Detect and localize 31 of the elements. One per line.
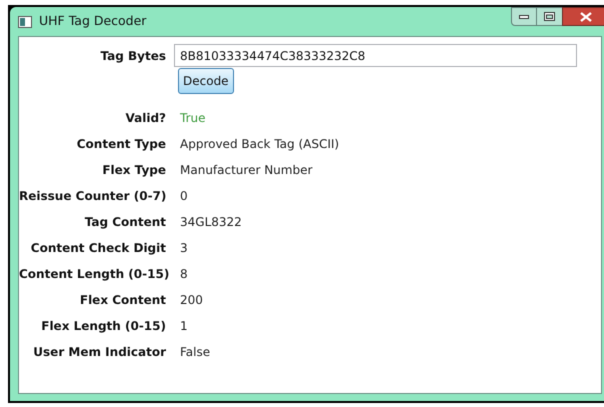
field-label: User Mem Indicator [32,344,166,361]
field-label: Flex Content [78,292,166,309]
minimize-icon [519,14,529,18]
field-label: Flex Length (0-15) [40,318,166,335]
field-label: Reissue Counter (0-7) [19,188,166,205]
field-value: 1 [180,318,188,335]
tag-bytes-field[interactable]: 8B81033334474C38333232C8 [174,44,577,67]
field-value: True [180,110,206,127]
field-value: 8 [180,266,188,283]
maximize-button[interactable] [537,7,562,26]
field-value: Approved Back Tag (ASCII) [180,136,340,153]
field-value: 200 [180,292,203,309]
field-value: False [180,344,210,361]
field-label: Tag Bytes [100,48,166,65]
close-button[interactable] [562,7,604,26]
field-label: Content Length (0-15) [19,266,166,283]
app-icon [18,16,32,28]
field-value: Manufacturer Number [180,162,312,179]
field-label: Tag Content [84,214,166,231]
decode-button[interactable]: Decode [178,68,234,94]
field-label: Valid? [124,110,166,127]
close-icon [580,12,592,22]
field-value: 0 [180,188,188,205]
field-label: Content Type [76,136,166,153]
minimize-button[interactable] [511,7,537,26]
field-label: Content Check Digit [30,240,166,257]
window-title: UHF Tag Decoder [39,12,146,30]
field-value: 3 [180,240,188,257]
field-value: 34GL8322 [180,214,242,231]
maximize-icon [544,12,555,21]
field-label: Flex Type [101,162,166,179]
